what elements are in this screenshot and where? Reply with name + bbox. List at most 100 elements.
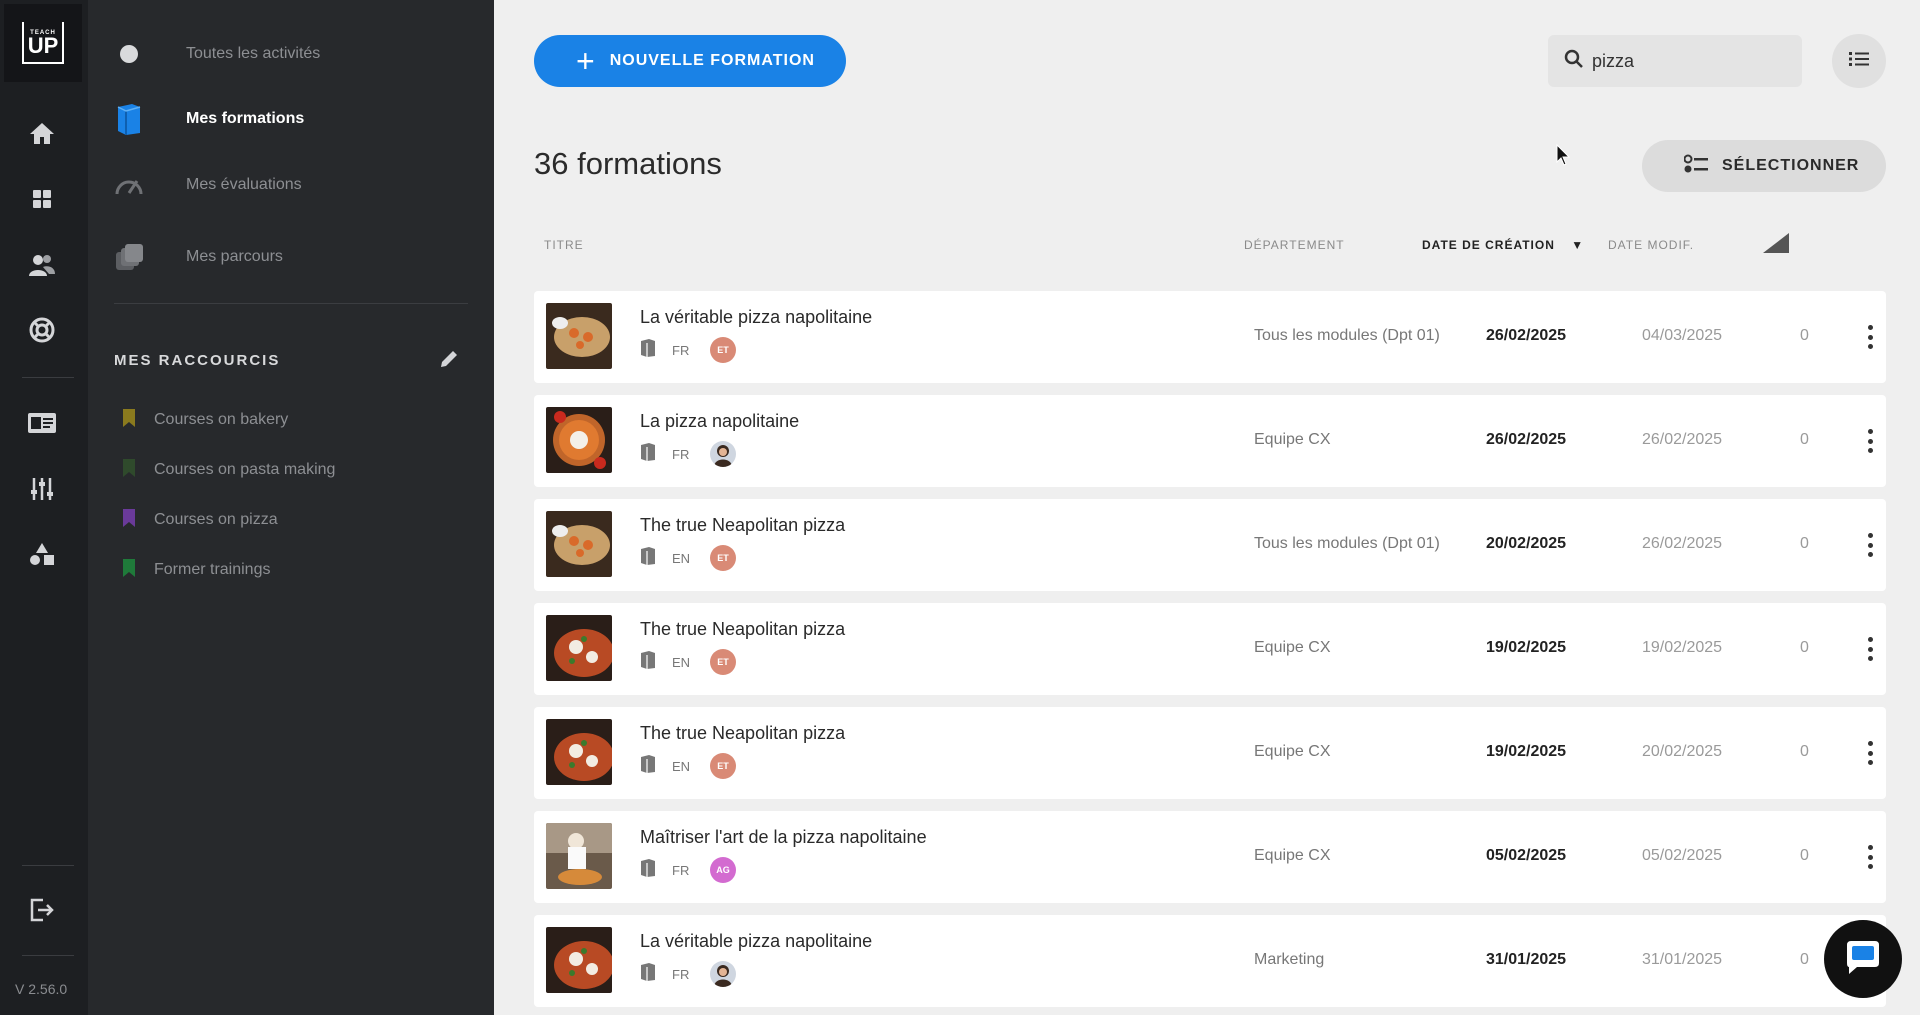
column-header-created-label: DATE DE CRÉATION (1422, 238, 1555, 252)
stats-column-icon[interactable] (1762, 232, 1790, 257)
more-options-icon[interactable] (1860, 737, 1880, 769)
search-box[interactable] (1548, 35, 1802, 87)
department-cell: Marketing (1254, 951, 1325, 968)
more-options-icon[interactable] (1860, 633, 1880, 665)
list-view-button[interactable] (1832, 34, 1886, 88)
language-badge: EN (672, 654, 691, 670)
select-label: SÉLECTIONNER (1722, 157, 1860, 174)
shortcut-item-pasta[interactable]: Courses on pasta making (122, 458, 335, 482)
logout-icon[interactable] (24, 892, 60, 928)
dashboard-icon[interactable] (24, 181, 60, 217)
nav-item-label: Toutes les activités (186, 45, 321, 62)
department-cell: Tous les modules (Dpt 01) (1254, 327, 1440, 344)
bookmark-icon (122, 458, 136, 483)
shortcut-item-pizza[interactable]: Courses on pizza (122, 508, 278, 532)
language-badge: EN (672, 550, 691, 566)
nav-item-my-trainings[interactable]: Mes formations (114, 101, 304, 137)
users-icon[interactable] (24, 247, 60, 283)
stats-count-cell: 0 (1800, 535, 1809, 552)
column-header-modified[interactable]: DATE MODIF. (1608, 238, 1694, 252)
search-input[interactable] (1592, 50, 1782, 72)
training-thumbnail (546, 303, 612, 369)
table-row[interactable]: The true Neapolitan pizza EN ET Tous les… (534, 499, 1886, 591)
nav-item-my-evaluations[interactable]: Mes évaluations (114, 167, 302, 203)
modified-date-cell: 04/03/2025 (1642, 327, 1723, 344)
stats-count-cell: 0 (1800, 951, 1809, 968)
sidebar: Toutes les activités Mes formations Mes … (88, 0, 494, 1015)
nav-item-all-activities[interactable]: Toutes les activités (114, 36, 320, 72)
home-icon[interactable] (24, 115, 60, 151)
author-avatar (710, 961, 736, 987)
chat-bubble-icon (1843, 937, 1883, 982)
training-title[interactable]: Maîtriser l'art de la pizza napolitaine (640, 827, 927, 848)
circle-icon (114, 39, 144, 69)
table-row[interactable]: The true Neapolitan pizza EN ET Equipe C… (534, 707, 1886, 799)
table-row[interactable]: Maîtriser l'art de la pizza napolitaine … (534, 811, 1886, 903)
table-row[interactable]: La pizza napolitaine FR Equipe CX 26/02/… (534, 395, 1886, 487)
column-header-department[interactable]: DÉPARTEMENT (1244, 238, 1345, 252)
settings-sliders-icon[interactable] (24, 471, 60, 507)
more-options-icon[interactable] (1860, 841, 1880, 873)
more-options-icon[interactable] (1860, 321, 1880, 353)
training-thumbnail (546, 823, 612, 889)
training-title[interactable]: The true Neapolitan pizza (640, 515, 845, 536)
column-header-title[interactable]: TITRE (544, 238, 584, 252)
training-thumbnail (546, 407, 612, 473)
rail-divider-bottom (22, 865, 74, 866)
stats-count-cell: 0 (1800, 431, 1809, 448)
department-cell: Equipe CX (1254, 743, 1331, 760)
training-title[interactable]: The true Neapolitan pizza (640, 723, 845, 744)
author-avatar: ET (710, 649, 736, 675)
chat-support-button[interactable] (1824, 920, 1902, 998)
shortcut-item-former[interactable]: Former trainings (122, 558, 270, 582)
nav-item-label: Mes formations (186, 110, 305, 127)
module-icon (640, 962, 656, 986)
module-icon (640, 754, 656, 778)
training-title[interactable]: La pizza napolitaine (640, 411, 799, 432)
stats-count-cell: 0 (1800, 847, 1809, 864)
author-avatar (710, 441, 736, 467)
shortcut-item-bakery[interactable]: Courses on bakery (122, 408, 288, 432)
modified-date-cell: 26/02/2025 (1642, 431, 1723, 448)
training-title[interactable]: La véritable pizza napolitaine (640, 307, 872, 328)
book-icon (114, 104, 144, 135)
select-list-icon (1683, 154, 1708, 179)
bookmark-icon (122, 408, 136, 433)
support-icon[interactable] (24, 312, 60, 348)
more-options-icon[interactable] (1860, 425, 1880, 457)
language-badge: FR (672, 342, 690, 358)
table-row[interactable]: The true Neapolitan pizza EN ET Equipe C… (534, 603, 1886, 695)
language-badge: FR (672, 446, 690, 462)
more-options-icon[interactable] (1860, 529, 1880, 561)
language-badge: FR (672, 966, 690, 982)
training-thumbnail (546, 615, 612, 681)
select-button[interactable]: SÉLECTIONNER (1642, 140, 1886, 192)
table-row[interactable]: La véritable pizza napolitaine FR ET Tou… (534, 291, 1886, 383)
modified-date-cell: 26/02/2025 (1642, 535, 1723, 552)
nav-item-my-paths[interactable]: Mes parcours (114, 239, 283, 275)
shapes-icon[interactable] (24, 536, 60, 572)
new-training-label: NOUVELLE FORMATION (609, 52, 815, 69)
training-title[interactable]: The true Neapolitan pizza (640, 619, 845, 640)
column-header-created[interactable]: DATE DE CRÉATION ▼ (1422, 238, 1584, 252)
id-card-icon[interactable] (24, 405, 60, 441)
shortcut-label: Former trainings (154, 561, 271, 578)
sidebar-divider (114, 303, 468, 304)
new-training-button[interactable]: + NOUVELLE FORMATION (534, 35, 846, 87)
sort-desc-icon: ▼ (1571, 238, 1585, 252)
training-title[interactable]: La véritable pizza napolitaine (640, 931, 872, 952)
table-row[interactable]: La véritable pizza napolitaine FR Market… (534, 915, 1886, 1007)
edit-shortcuts-icon[interactable] (438, 348, 460, 375)
icon-rail: TEACH UP V 2.56.0 (0, 0, 88, 1015)
rail-divider (22, 377, 74, 378)
created-date-cell: 26/02/2025 (1486, 327, 1567, 344)
bookmark-icon (122, 508, 136, 533)
created-date-cell: 20/02/2025 (1486, 535, 1567, 552)
language-badge: EN (672, 758, 691, 774)
department-cell: Tous les modules (Dpt 01) (1254, 535, 1440, 552)
module-icon (640, 442, 656, 466)
teachup-logo[interactable]: TEACH UP (4, 4, 82, 82)
module-icon (640, 546, 656, 570)
author-avatar: ET (710, 753, 736, 779)
department-cell: Equipe CX (1254, 847, 1331, 864)
